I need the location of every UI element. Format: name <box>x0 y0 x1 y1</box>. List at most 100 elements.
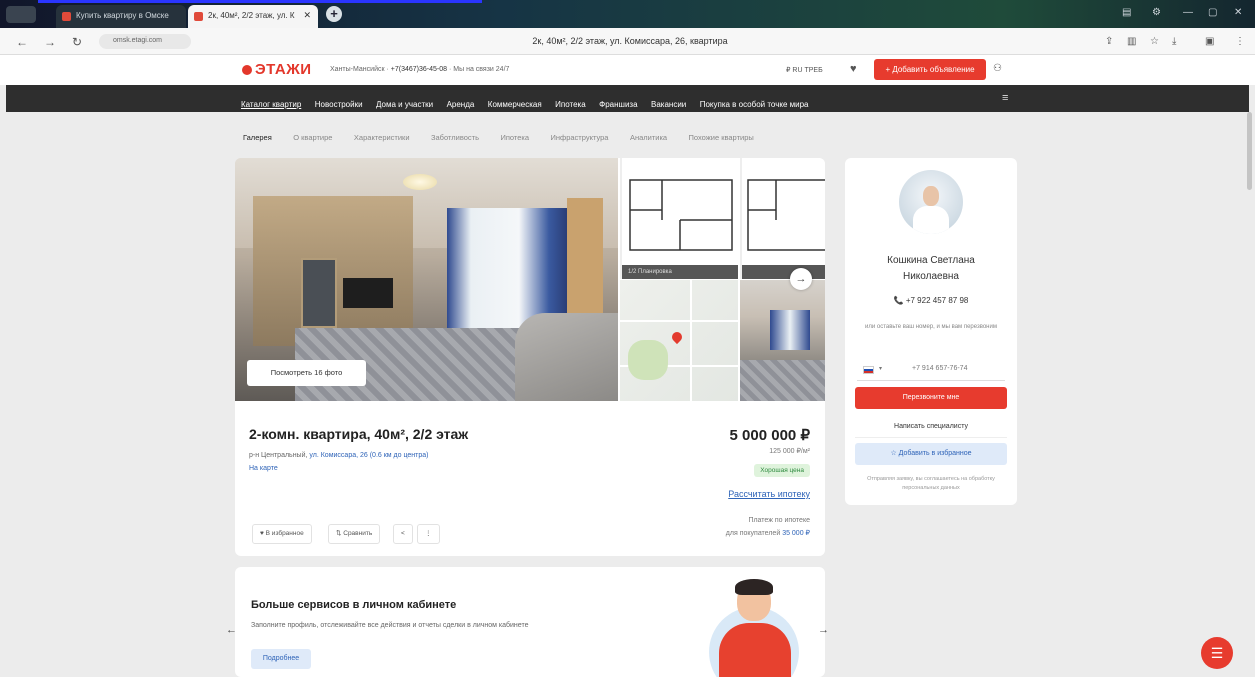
listing-subtabs: Галерея О квартире Характеристики Заботл… <box>243 127 771 145</box>
map-thumb[interactable] <box>620 280 738 401</box>
extensions-icon[interactable]: ⚙ <box>1152 7 1161 18</box>
sidebar-icon[interactable]: ▣ <box>1205 36 1214 47</box>
forward-icon[interactable]: → <box>44 35 56 49</box>
carousel-prev-icon[interactable]: ← <box>226 624 237 636</box>
agent-name: Кошкина Светлана Николаевна <box>887 255 975 282</box>
nav-item[interactable]: Коммерческая <box>488 100 542 109</box>
add-favorite-button[interactable]: ♥ В избранное <box>252 524 312 544</box>
close-window-icon[interactable]: ✕ <box>1234 7 1242 18</box>
floor-plan-thumb[interactable]: 1/2 Планировка <box>620 158 738 279</box>
listing-title: 2-комн. квартира, 40м², 2/2 этаж <box>249 426 469 442</box>
menu-icon[interactable]: ≡ <box>1002 92 1008 104</box>
close-tab-icon[interactable]: ✕ <box>303 10 311 21</box>
nav-item[interactable]: Ипотека <box>555 100 586 109</box>
nav-item[interactable]: Аренда <box>447 100 475 109</box>
nav-item[interactable]: Дома и участки <box>376 100 433 109</box>
reload-icon[interactable]: ↻ <box>72 35 82 49</box>
good-price-badge: Хорошая цена <box>754 464 810 477</box>
gallery-next-icon[interactable]: → <box>790 268 812 290</box>
mortgage-value: 35 000 ₽ <box>782 530 810 537</box>
browser-tabbar: Купить квартиру в Омске 2к, 40м², 2/2 эт… <box>0 0 1255 28</box>
download-icon[interactable]: ⤓ <box>1172 36 1176 47</box>
subtab-specs[interactable]: Характеристики <box>354 133 410 142</box>
callback-phone-input[interactable]: ▾ +7 914 657-76-74 <box>857 359 1005 381</box>
nav-item[interactable]: Новостройки <box>315 100 363 109</box>
tab-catalog[interactable]: Купить квартиру в Омске <box>56 5 186 28</box>
subtab-similar[interactable]: Похожие квартиры <box>689 133 754 142</box>
compare-button[interactable]: ⇅ Сравнить <box>328 524 381 544</box>
write-agent-button[interactable]: Написать специалисту <box>855 416 1007 438</box>
plan-caption: 1/2 Планировка <box>622 265 738 279</box>
nav-item[interactable]: Каталог квартир <box>241 100 301 109</box>
price-per-meter: 125 000 ₽/м² <box>769 448 810 455</box>
share-icon[interactable]: ⇪ <box>1105 36 1113 47</box>
floor-plan-drawing <box>629 179 733 251</box>
favorites-icon[interactable]: ♥ <box>850 63 857 75</box>
page-title: 2к, 40м², 2/2 этаж, ул. Комиссара, 26, к… <box>532 36 728 46</box>
floor-plan-thumb[interactable] <box>740 158 825 279</box>
subtab-gallery[interactable]: Галерея <box>243 133 272 142</box>
map-park <box>628 340 668 380</box>
chevron-down-icon[interactable]: ▾ <box>879 365 882 372</box>
tab-listing[interactable]: 2к, 40м², 2/2 этаж, ул. К ✕ <box>188 5 318 28</box>
nav-item[interactable]: Покупка в особой точке мира <box>700 100 809 109</box>
header-phone[interactable]: +7(3467)36-45-08 <box>391 66 447 73</box>
callback-button[interactable]: Перезвоните мне <box>855 387 1007 409</box>
listing-card: Посмотреть 16 фото 1/2 Планировка → 2-ко… <box>235 158 825 556</box>
tab-label: 2к, 40м², 2/2 этаж, ул. К <box>208 11 295 20</box>
bookmark-icon[interactable]: ☆ <box>1150 36 1159 47</box>
tab-list-icon[interactable]: ▤ <box>1122 7 1131 18</box>
promo-text: Заполните профиль, отслеживайте все дейс… <box>251 622 529 629</box>
ceiling-lamp <box>403 174 437 190</box>
promo-card: Больше сервисов в личном кабинете Заполн… <box>235 567 825 677</box>
chat-fab-button[interactable]: ☰ <box>1201 637 1233 669</box>
promo-title: Больше сервисов в личном кабинете <box>251 599 457 611</box>
logo-icon <box>242 65 252 75</box>
carousel-next-icon[interactable]: → <box>818 624 829 636</box>
maximize-icon[interactable]: ▢ <box>1208 7 1217 18</box>
tab-accent-bar <box>38 0 482 3</box>
subtab-analytics[interactable]: Аналитика <box>630 133 667 142</box>
view-all-photos-button[interactable]: Посмотреть 16 фото <box>247 360 366 386</box>
consent-note: Отправляя заявку, вы соглашаетесь на обр… <box>867 476 995 491</box>
nav-item[interactable]: Франшиза <box>599 100 637 109</box>
nav-item[interactable]: Вакансии <box>651 100 686 109</box>
subtab-care[interactable]: Заботливость <box>431 133 479 142</box>
on-map-link[interactable]: На карте <box>249 465 278 472</box>
more-icon[interactable]: ⋮ <box>1235 36 1245 47</box>
url-field[interactable]: omsk.etagi.com <box>99 34 191 49</box>
tab-label: Купить квартиру в Омске <box>76 11 169 20</box>
city-selector[interactable]: Ханты-Мансийск <box>330 66 385 73</box>
promo-more-button[interactable]: Подробнее <box>251 649 311 669</box>
minimize-icon[interactable]: — <box>1183 7 1193 18</box>
browser-menu-icon[interactable] <box>6 6 36 23</box>
country-flag-icon[interactable] <box>863 366 874 374</box>
user-icon[interactable]: ⚇ <box>993 63 1002 74</box>
agent-favorite-button[interactable]: ☆ Добавить в избранное <box>855 443 1007 465</box>
main-photo[interactable]: Посмотреть 16 фото <box>235 158 618 401</box>
share-button[interactable]: < <box>393 524 413 544</box>
agent-avatar <box>899 170 963 234</box>
mortgage-payment: Платеж по ипотеке для покупателей 35 000… <box>725 517 810 537</box>
subtab-about[interactable]: О квартире <box>293 133 332 142</box>
address-link[interactable]: ул. Комиссара, 26 (0.6 км до центра) <box>309 452 428 459</box>
mortgage-calc-link[interactable]: Рассчитать ипотеку <box>728 489 810 499</box>
agent-phone[interactable]: 📞 +7 922 457 87 98 <box>845 296 1017 305</box>
back-icon[interactable]: ← <box>16 35 28 49</box>
listing-price: 5 000 000 ₽ <box>729 427 810 444</box>
plan-caption <box>742 265 825 279</box>
more-actions-button[interactable]: ⋮ <box>417 524 440 544</box>
add-listing-button[interactable]: + Добавить объявление <box>874 59 986 80</box>
promo-illustration <box>705 577 805 677</box>
page-scrollbar[interactable] <box>1247 112 1252 190</box>
main-nav: Каталог квартир Новостройки Дома и участ… <box>6 85 1249 112</box>
subtab-infrastructure[interactable]: Инфраструктура <box>551 133 609 142</box>
floor-plan-drawing <box>747 179 825 251</box>
new-tab-button[interactable]: + <box>326 6 342 22</box>
photo-thumb[interactable] <box>740 280 825 401</box>
reader-icon[interactable]: ▥ <box>1127 36 1136 47</box>
subtab-mortgage[interactable]: Ипотека <box>500 133 529 142</box>
site-logo[interactable]: ЭТАЖИ <box>242 61 312 78</box>
currency-selector[interactable]: ₽ RU ТРЕБ <box>786 66 823 74</box>
sofa <box>515 313 618 401</box>
